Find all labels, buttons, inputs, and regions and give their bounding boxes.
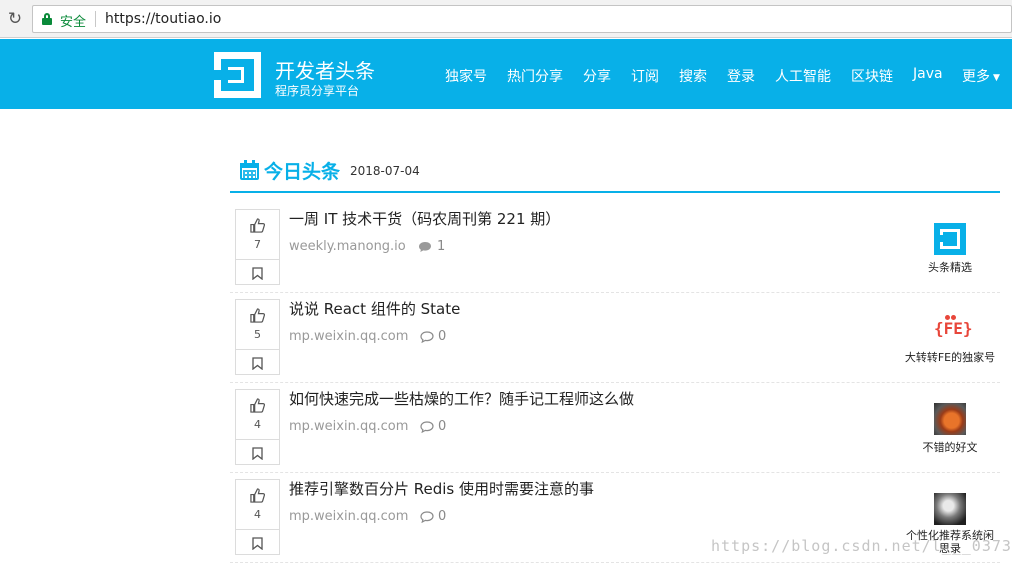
thumbs-up-icon[interactable]: [250, 398, 265, 413]
thumbs-up-icon[interactable]: [250, 488, 265, 503]
caret-down-icon: ▼: [993, 73, 1000, 83]
article-title[interactable]: 一周 IT 技术干货（码农周刊第 221 期）: [289, 208, 560, 229]
nav-item-java[interactable]: Java: [913, 66, 943, 82]
author-avatar[interactable]: [934, 223, 966, 255]
vote-count: 5: [254, 328, 261, 341]
article-source[interactable]: mp.weixin.qq.com: [289, 329, 408, 344]
bookmark-icon[interactable]: [252, 267, 263, 280]
section-title: 今日头条: [264, 161, 341, 183]
nav-item-subscribe[interactable]: 订阅: [631, 66, 659, 86]
vote-count: 4: [254, 508, 261, 521]
reload-icon[interactable]: ↻: [6, 10, 24, 28]
nav-item-exclusive[interactable]: 独家号: [445, 66, 487, 86]
vote-box[interactable]: 4: [235, 479, 280, 555]
article-title[interactable]: 推荐引擎数百分片 Redis 使用时需要注意的事: [289, 478, 594, 499]
site-header: 开发者头条 程序员分享平台 独家号 热门分享 分享 订阅 搜索 登录 人工智能 …: [0, 39, 1012, 109]
bookmark-icon[interactable]: [252, 357, 263, 370]
article-source[interactable]: weekly.manong.io: [289, 239, 406, 254]
nav-item-ai[interactable]: 人工智能: [775, 66, 831, 86]
comment-count: 1: [437, 239, 446, 254]
vote-box[interactable]: 4: [235, 389, 280, 465]
comment-icon[interactable]: [420, 421, 434, 433]
article-source[interactable]: mp.weixin.qq.com: [289, 419, 408, 434]
author-avatar[interactable]: [934, 493, 966, 525]
thumbs-up-icon[interactable]: [250, 218, 265, 233]
article-row: 5 说说 React 组件的 State mp.weixin.qq.com 0 …: [230, 293, 1000, 383]
bookmark-icon[interactable]: [252, 447, 263, 460]
author-name[interactable]: 大转转FE的独家号: [895, 349, 1005, 365]
main-nav: 独家号 热门分享 分享 订阅 搜索 登录 人工智能 区块链 Java 更多 ▼: [0, 66, 1012, 86]
watermark: https://blog.csdn.net/l___0373: [711, 537, 1012, 555]
article-row: 7 一周 IT 技术干货（码农周刊第 221 期） weekly.manong.…: [230, 203, 1000, 293]
article-row: 4 如何快速完成一些枯燥的工作？随手记工程师这么做 mp.weixin.qq.c…: [230, 383, 1000, 473]
calendar-icon: [240, 160, 259, 180]
section-heading: 今日头条 2018-07-04: [230, 155, 1000, 193]
comment-count: 0: [438, 329, 447, 344]
author-name[interactable]: 头条精选: [910, 259, 990, 275]
nav-item-hot-shares[interactable]: 热门分享: [507, 66, 563, 86]
address-bar[interactable]: 安全 https://toutiao.io: [32, 5, 1012, 33]
comment-icon[interactable]: [420, 511, 434, 523]
secure-label: 安全: [60, 15, 87, 30]
url-text[interactable]: https://toutiao.io: [105, 11, 221, 27]
vote-count: 7: [254, 238, 261, 251]
author-avatar[interactable]: [934, 403, 966, 435]
comment-icon[interactable]: [420, 331, 434, 343]
section-date: 2018-07-04: [350, 164, 420, 178]
vote-count: 4: [254, 418, 261, 431]
comment-count: 0: [438, 509, 447, 524]
vote-box[interactable]: 5: [235, 299, 280, 375]
article-source[interactable]: mp.weixin.qq.com: [289, 509, 408, 524]
author-avatar[interactable]: {FE}: [934, 313, 973, 345]
nav-more-label: 更多: [962, 69, 990, 85]
nav-item-login[interactable]: 登录: [727, 66, 755, 86]
author-name[interactable]: 不错的好文: [910, 439, 990, 455]
url-divider: [95, 11, 96, 27]
nav-item-share[interactable]: 分享: [583, 66, 611, 86]
comment-icon[interactable]: [418, 241, 432, 253]
article-title[interactable]: 说说 React 组件的 State: [289, 298, 460, 319]
nav-item-more[interactable]: 更多 ▼: [962, 66, 1000, 86]
bookmark-icon[interactable]: [252, 537, 263, 550]
comment-count: 0: [438, 419, 447, 434]
thumbs-up-icon[interactable]: [250, 308, 265, 323]
vote-box[interactable]: 7: [235, 209, 280, 285]
browser-toolbar: ↻ 安全 https://toutiao.io: [0, 0, 1012, 38]
article-title[interactable]: 如何快速完成一些枯燥的工作？随手记工程师这么做: [289, 388, 634, 409]
nav-item-blockchain[interactable]: 区块链: [851, 66, 893, 86]
lock-icon: [42, 13, 52, 25]
nav-item-search[interactable]: 搜索: [679, 66, 707, 86]
